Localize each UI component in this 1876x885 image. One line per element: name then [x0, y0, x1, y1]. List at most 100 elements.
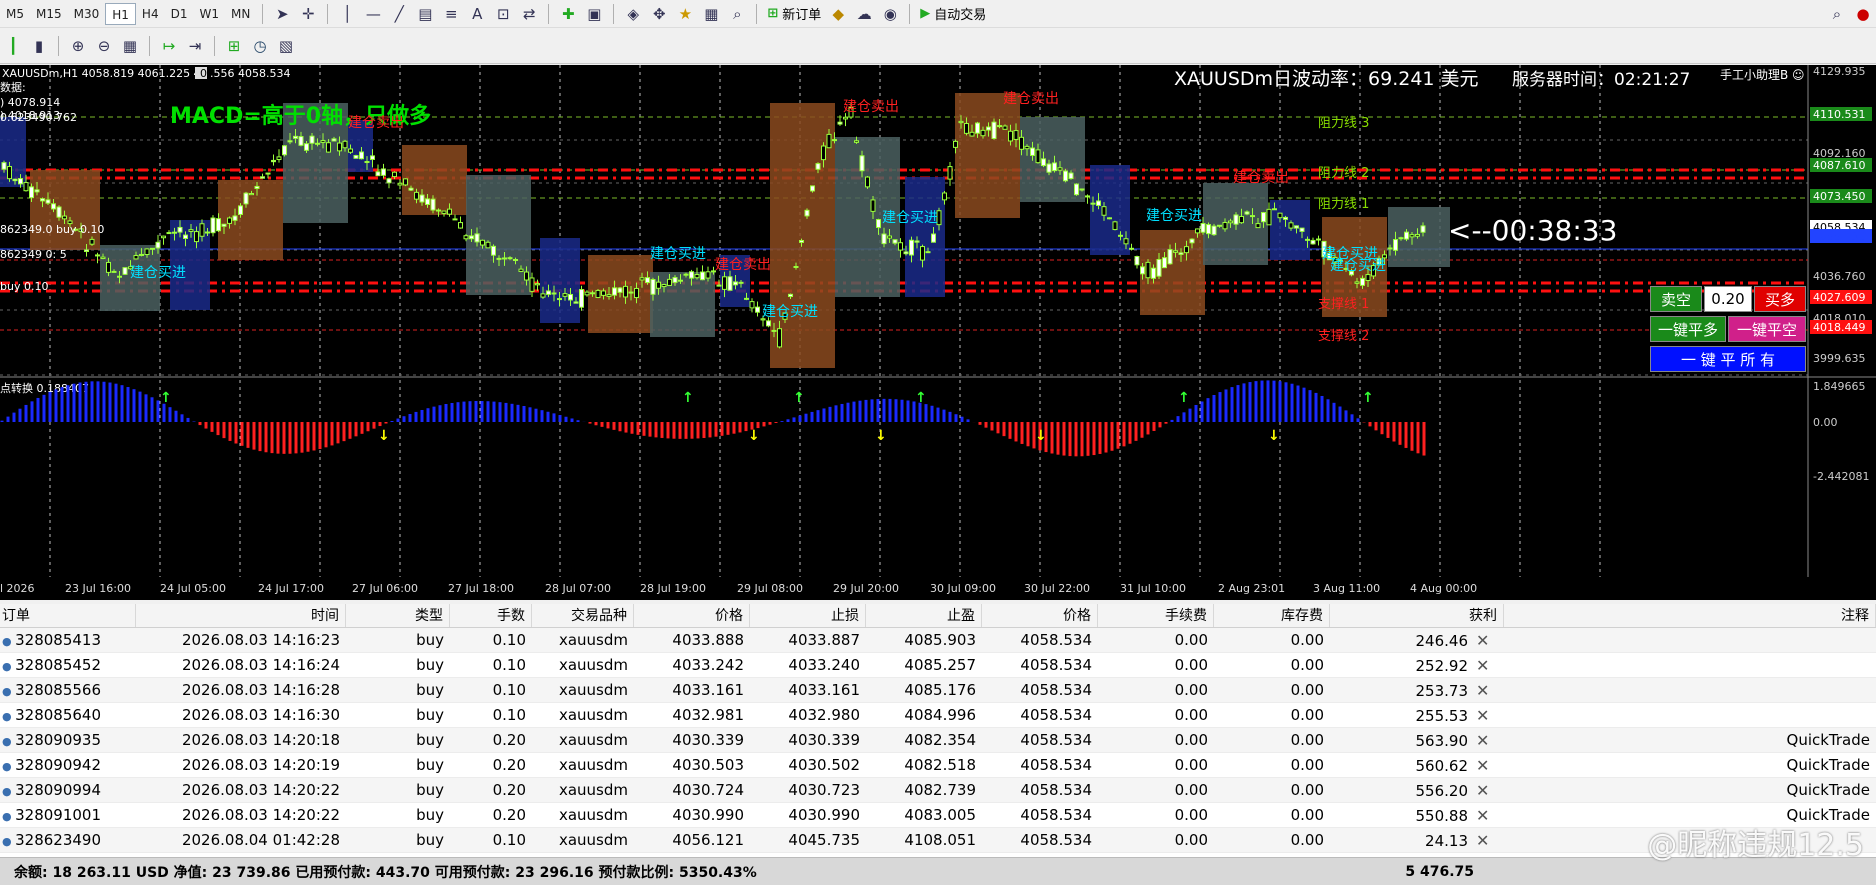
close-buy-button[interactable]: 一键平多 [1650, 316, 1726, 342]
table-row[interactable]: ● 328090942 2026.08.03 14:20:19 buy 0.20 xau… [0, 753, 1876, 778]
column-header[interactable]: 订单 [0, 604, 136, 627]
bar-chart-icon[interactable]: ┃ [0, 34, 26, 58]
channel-icon[interactable]: ▤ [412, 2, 438, 26]
market-watch-icon[interactable]: ◈ [620, 2, 646, 26]
table-row[interactable]: ● 328085566 2026.08.03 14:16:28 buy 0.10 xau… [0, 678, 1876, 703]
candle-body [502, 257, 507, 260]
timeframe-d1[interactable]: D1 [165, 3, 194, 25]
candle-body [953, 140, 958, 148]
text-label-icon[interactable]: ⊡ [490, 2, 516, 26]
profiles-icon[interactable]: ▣ [581, 2, 607, 26]
close-sell-button[interactable]: 一键平空 [1728, 316, 1806, 342]
close-order-icon[interactable]: ✕ [1476, 656, 1489, 675]
new-order-label: 新订单 [782, 8, 822, 23]
column-header[interactable]: 交易品种 [532, 604, 634, 627]
horizontal-line-icon[interactable]: — [360, 2, 386, 26]
signal-label: 建仓买进 [882, 210, 938, 226]
column-header[interactable]: 获利 [1330, 604, 1504, 627]
column-header[interactable]: 类型 [346, 604, 450, 627]
templates-icon[interactable]: ▧ [273, 34, 299, 58]
close-order-icon[interactable]: ✕ [1476, 806, 1489, 825]
auto-trading-button[interactable]: ▶ 自动交易 [916, 2, 990, 26]
zoom-out-icon[interactable]: ⊖ [91, 34, 117, 58]
close-order-icon[interactable]: ✕ [1476, 631, 1489, 650]
search-icon[interactable]: ⌕ [1824, 2, 1850, 26]
signals-icon[interactable]: ◉ [877, 2, 903, 26]
tester-icon[interactable]: ⌕ [724, 2, 750, 26]
close-order-icon[interactable]: ✕ [1476, 756, 1489, 775]
chart-canvas[interactable]: XAUUSDm,H1 4058.819 4061.225 4 0.556 4058… [0, 65, 1876, 600]
chart-shift-icon[interactable]: ⇥ [182, 34, 208, 58]
text-icon[interactable]: A [464, 2, 490, 26]
trendline-icon[interactable]: ╱ [386, 2, 412, 26]
candle-body [111, 270, 117, 273]
auto-scroll-icon[interactable]: ↦ [156, 34, 182, 58]
lot-input[interactable]: 0.20 [1704, 286, 1752, 312]
fibonacci-icon[interactable]: ≡ [438, 2, 464, 26]
arrow-up-icon: ↑ [1178, 390, 1190, 406]
terminal-icon[interactable]: ▦ [698, 2, 724, 26]
timeframe-m5[interactable]: M5 [0, 3, 30, 25]
candle-chart-icon[interactable]: ▮ [26, 34, 52, 58]
table-cell: 0.00 [1174, 731, 1208, 749]
candle-body [612, 287, 617, 296]
close-order-icon[interactable]: ✕ [1476, 706, 1489, 725]
metaeditor-icon[interactable]: ◆ [825, 2, 851, 26]
new-order-button[interactable]: ⊞ 新订单 [763, 2, 825, 26]
cursor-icon[interactable]: ➤ [269, 2, 295, 26]
table-row[interactable]: ● 328090935 2026.08.03 14:20:18 buy 0.20 xau… [0, 728, 1876, 753]
column-header[interactable]: 止盈 [866, 604, 982, 627]
navigator-icon[interactable]: ✥ [646, 2, 672, 26]
timeframe-w1[interactable]: W1 [193, 3, 225, 25]
timeframe-h1[interactable]: H1 [105, 2, 136, 25]
candle-body [843, 116, 848, 120]
column-header[interactable]: 注释 [1504, 604, 1876, 627]
table-cell: ● 328090935 [2, 731, 102, 749]
vertical-line-icon[interactable]: │ [334, 2, 360, 26]
timeframe-m30[interactable]: M30 [68, 3, 106, 25]
timeframe-m15[interactable]: M15 [30, 3, 68, 25]
table-row[interactable]: ● 328090994 2026.08.03 14:20:22 buy 0.20 xau… [0, 778, 1876, 803]
close-order-icon[interactable]: ✕ [1476, 781, 1489, 800]
candle-body [876, 219, 881, 228]
close-order-icon[interactable]: ✕ [1476, 681, 1489, 700]
new-chart-icon[interactable]: ✚ [555, 2, 581, 26]
buy-button[interactable]: 买多 [1754, 286, 1806, 312]
column-header[interactable]: 价格 [634, 604, 750, 627]
tile-windows-icon[interactable]: ▦ [117, 34, 143, 58]
table-row[interactable]: ● 328085452 2026.08.03 14:16:24 buy 0.10 xau… [0, 653, 1876, 678]
column-header[interactable]: 止损 [750, 604, 866, 627]
candle-body [386, 178, 392, 184]
community-icon[interactable]: ☁ [851, 2, 877, 26]
shapes-icon[interactable]: ⇄ [516, 2, 542, 26]
candle-body [1299, 227, 1305, 232]
period-icon[interactable]: ◷ [247, 34, 273, 58]
notifications-icon[interactable]: ● [1850, 2, 1876, 26]
candle-body [1195, 228, 1200, 234]
timeframe-mn[interactable]: MN [225, 3, 256, 25]
candle-body [150, 247, 155, 250]
crosshair-icon[interactable]: ✛ [295, 2, 321, 26]
column-header[interactable]: 库存费 [1214, 604, 1330, 627]
indicators-icon[interactable]: ⊞ [221, 34, 247, 58]
column-header[interactable]: 时间 [136, 604, 346, 627]
favorites-icon[interactable]: ★ [672, 2, 698, 26]
timeframe-h4[interactable]: H4 [136, 3, 165, 25]
column-header[interactable]: 手续费 [1098, 604, 1214, 627]
table-row[interactable]: ● 328091001 2026.08.03 14:20:22 buy 0.20 xau… [0, 803, 1876, 828]
candle-body [447, 208, 452, 215]
column-header[interactable]: 手数 [450, 604, 532, 627]
order-icon: ● [2, 810, 16, 823]
close-order-icon[interactable]: ✕ [1476, 831, 1489, 850]
table-row[interactable]: ● 328623490 2026.08.04 01:42:28 buy 0.10 xau… [0, 828, 1876, 853]
close-order-icon[interactable]: ✕ [1476, 731, 1489, 750]
candle-body [705, 271, 711, 279]
sell-button[interactable]: 卖空 [1650, 286, 1702, 312]
table-row[interactable]: ● 328085413 2026.08.03 14:16:23 buy 0.10 xau… [0, 628, 1876, 653]
price-chart[interactable]: XAUUSDm,H1 4058.819 4061.225 4 0.556 4058… [0, 65, 1876, 600]
column-header[interactable]: 价格 [982, 604, 1098, 627]
table-row[interactable]: ● 328085640 2026.08.03 14:16:30 buy 0.10 xau… [0, 703, 1876, 728]
candle-body [100, 256, 106, 260]
zoom-in-icon[interactable]: ⊕ [65, 34, 91, 58]
close-all-button[interactable]: 一 键 平 所 有 [1650, 346, 1806, 372]
